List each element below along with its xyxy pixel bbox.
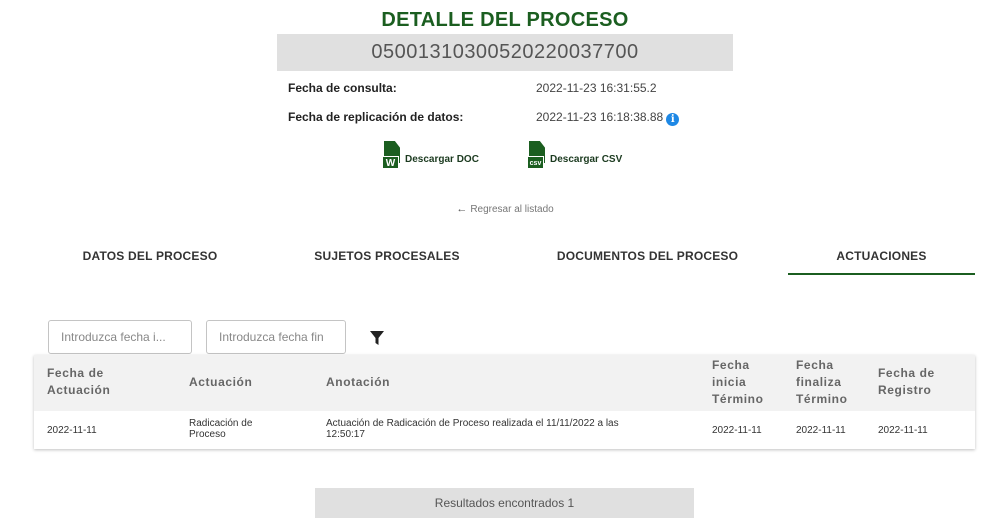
- tab-actuaciones[interactable]: ACTUACIONES: [788, 247, 975, 275]
- page-title: DETALLE DEL PROCESO: [381, 9, 629, 31]
- col-fecha-registro: Fecha de Registro: [878, 366, 935, 397]
- col-fecha-actuacion: Fecha de Actuación: [47, 366, 111, 397]
- filter-icon[interactable]: [369, 330, 385, 346]
- end-date-input[interactable]: [206, 320, 346, 354]
- replicacion-value: 2022-11-23 16:18:38.88: [536, 110, 664, 124]
- col-actuacion: Actuación: [189, 375, 253, 389]
- word-file-icon: W: [382, 141, 402, 169]
- results-count: Resultados encontrados 1: [315, 488, 694, 518]
- cell-anotacion: Actuación de Radicación de Proceso reali…: [326, 418, 619, 440]
- csv-file-icon: csv: [527, 141, 547, 169]
- consulta-label: Fecha de consulta:: [288, 81, 397, 95]
- actuaciones-table: Fecha de Actuación Actuación Anotación Fe…: [34, 355, 975, 449]
- table-header: Fecha de Actuación Actuación Anotación Fe…: [34, 355, 975, 411]
- download-csv-button[interactable]: csv Descargar CSV: [527, 141, 622, 169]
- word-badge: W: [382, 156, 399, 169]
- back-link-label: Regresar al listado: [470, 204, 554, 215]
- cell-fecha-actuacion: 2022-11-11: [47, 425, 97, 436]
- start-date-input[interactable]: [48, 320, 192, 354]
- tab-bar: DATOS DEL PROCESO SUJETOS PROCESALES DOC…: [0, 247, 1000, 275]
- tab-datos-del-proceso[interactable]: DATOS DEL PROCESO: [35, 247, 265, 275]
- consulta-value: 2022-11-23 16:31:55.2: [536, 81, 657, 95]
- download-csv-label: Descargar CSV: [550, 154, 623, 165]
- cell-fecha-inicia: 2022-11-11: [712, 425, 762, 436]
- csv-badge: csv: [527, 156, 544, 169]
- tab-documentos-del-proceso[interactable]: DOCUMENTOS DEL PROCESO: [530, 247, 765, 275]
- replicacion-label: Fecha de replicación de datos:: [288, 110, 464, 124]
- arrow-left-icon: ←: [456, 203, 468, 215]
- download-doc-label: Descargar DOC: [405, 154, 479, 165]
- back-link[interactable]: ← Regresar al listado: [0, 203, 1000, 215]
- col-fecha-finaliza: Fecha finaliza Término: [796, 358, 848, 406]
- download-doc-button[interactable]: W Descargar DOC: [382, 141, 479, 169]
- tab-sujetos-procesales[interactable]: SUJETOS PROCESALES: [277, 247, 497, 275]
- cell-fecha-finaliza: 2022-11-11: [796, 425, 846, 436]
- process-number: 05001310300520220037700: [277, 34, 733, 71]
- col-anotacion: Anotación: [326, 375, 391, 389]
- col-fecha-inicia: Fecha inicia Término: [712, 358, 764, 406]
- info-icon[interactable]: i: [666, 113, 680, 126]
- cell-fecha-registro: 2022-11-11: [878, 425, 928, 436]
- replicacion-value-wrap: 2022-11-23 16:18:38.88 i: [536, 110, 680, 126]
- cell-actuacion: Radicación de Proceso: [189, 418, 253, 440]
